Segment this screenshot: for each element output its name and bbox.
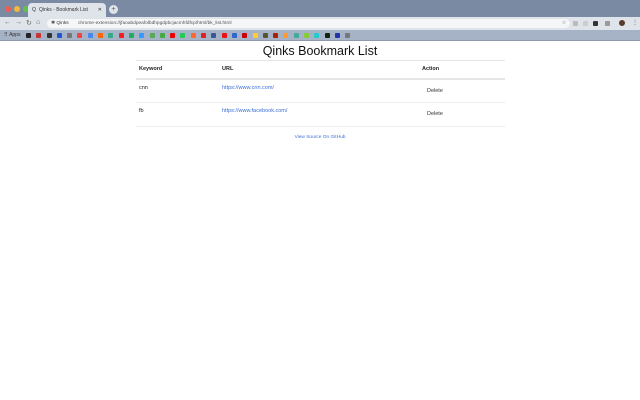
github-link[interactable]: View Source On GitHub bbox=[295, 135, 346, 140]
bookmark-favicon-icon[interactable] bbox=[77, 33, 83, 38]
bookmark-table: Keyword URL Action cnn https://www.cnn.c… bbox=[136, 60, 505, 127]
keyword-cell: fb bbox=[136, 102, 219, 127]
bookmark-favicon-icon[interactable] bbox=[252, 33, 258, 38]
back-icon[interactable]: ← bbox=[4, 19, 11, 26]
bookmark-favicon-icon[interactable] bbox=[231, 33, 237, 38]
bookmark-favicon-icon[interactable] bbox=[221, 33, 227, 38]
bookmark-favicon-icon[interactable] bbox=[46, 33, 52, 38]
header-url: URL bbox=[219, 60, 419, 80]
bookmark-favicon-icon[interactable] bbox=[324, 33, 330, 38]
bookmark-favicon-icon[interactable] bbox=[211, 33, 217, 38]
toolbar: ← → ↻ ⌂ ✱ Qinks chrome-extension://jfaoa… bbox=[0, 17, 640, 30]
close-window-button[interactable] bbox=[5, 6, 11, 12]
tab-title: Qinks - Bookmark List bbox=[39, 7, 88, 13]
bookmark-favicon-icon[interactable] bbox=[334, 33, 340, 38]
bookmark-favicon-icon[interactable] bbox=[190, 33, 196, 38]
bookmark-favicon-icon[interactable] bbox=[128, 33, 134, 38]
bookmark-favicon-icon[interactable] bbox=[56, 33, 62, 38]
tab-bar: Q Qinks - Bookmark List ✕ + bbox=[0, 0, 640, 17]
forward-icon[interactable]: → bbox=[15, 19, 22, 26]
bookmark-favicon-icon[interactable] bbox=[118, 33, 124, 38]
close-tab-icon[interactable]: ✕ bbox=[98, 7, 102, 13]
url-link[interactable]: https://www.cnn.com/ bbox=[222, 85, 274, 91]
home-icon[interactable]: ⌂ bbox=[36, 19, 40, 26]
bookmark-favicon-icon[interactable] bbox=[98, 33, 104, 38]
minimize-window-button[interactable] bbox=[14, 6, 20, 12]
bookmark-favicon-icon[interactable] bbox=[314, 33, 320, 38]
bookmarks-bar: ⠿ Apps bbox=[0, 30, 640, 41]
tab-active[interactable]: Q Qinks - Bookmark List ✕ bbox=[28, 3, 106, 17]
apps-label: Apps bbox=[9, 32, 21, 38]
table-row: fb https://www.facebook.com/ Delete bbox=[136, 102, 505, 127]
address-bar[interactable]: ✱ Qinks chrome-extension://jfaoabdpeafol… bbox=[47, 19, 570, 28]
bookmark-favicon-icon[interactable] bbox=[242, 33, 248, 38]
bookmark-favicon-icon[interactable] bbox=[87, 33, 93, 38]
bookmark-favicon-icon[interactable] bbox=[180, 33, 186, 38]
extension-4-icon[interactable] bbox=[605, 21, 610, 26]
bookmark-favicon-icon[interactable] bbox=[273, 33, 279, 38]
bookmark-star-icon[interactable]: ☆ bbox=[562, 19, 566, 28]
bookmark-favicon-icon[interactable] bbox=[262, 33, 268, 38]
bookmark-favicon-icon[interactable] bbox=[139, 33, 145, 38]
table-row: cnn https://www.cnn.com/ Delete bbox=[136, 78, 505, 103]
delete-button[interactable]: Delete bbox=[427, 111, 443, 117]
bookmark-favicon-icon[interactable] bbox=[26, 33, 31, 38]
bookmark-icons bbox=[26, 33, 351, 38]
main-content: Qinks Bookmark List Keyword URL Action c… bbox=[0, 41, 640, 140]
delete-button[interactable]: Delete bbox=[427, 88, 443, 94]
extension-2-icon[interactable] bbox=[583, 21, 588, 26]
tab-favicon-icon: Q bbox=[32, 7, 36, 13]
omnibox-site: Qinks bbox=[56, 21, 69, 26]
reload-icon[interactable]: ↻ bbox=[26, 19, 32, 27]
bookmark-favicon-icon[interactable] bbox=[149, 33, 155, 38]
page-title: Qinks Bookmark List bbox=[262, 44, 378, 58]
keyword-cell: cnn bbox=[136, 78, 219, 103]
bookmark-favicon-icon[interactable] bbox=[345, 33, 351, 38]
bookmark-favicon-icon[interactable] bbox=[304, 33, 310, 38]
extension-3-icon[interactable] bbox=[593, 21, 598, 26]
url-link[interactable]: https://www.facebook.com/ bbox=[222, 108, 287, 114]
menu-icon[interactable]: ⋮ bbox=[632, 19, 638, 26]
extension-1-icon[interactable] bbox=[573, 21, 578, 26]
bookmark-favicon-icon[interactable] bbox=[170, 33, 176, 38]
new-tab-button[interactable]: + bbox=[109, 5, 118, 14]
avatar[interactable] bbox=[619, 20, 625, 26]
extension-icon: ✱ bbox=[51, 21, 56, 26]
bookmark-favicon-icon[interactable] bbox=[159, 33, 165, 38]
bookmark-favicon-icon[interactable] bbox=[201, 33, 207, 38]
bookmark-favicon-icon[interactable] bbox=[67, 33, 73, 38]
header-keyword: Keyword bbox=[136, 60, 219, 80]
bookmark-favicon-icon[interactable] bbox=[108, 33, 114, 38]
url-text: chrome-extension://jfaoabdpeafolbdhpgdpb… bbox=[77, 21, 232, 26]
bookmark-favicon-icon[interactable] bbox=[36, 33, 42, 38]
header-action: Action bbox=[419, 60, 505, 80]
bookmark-favicon-icon[interactable] bbox=[293, 33, 299, 38]
table-header: Keyword URL Action bbox=[136, 60, 505, 80]
bookmark-favicon-icon[interactable] bbox=[283, 33, 289, 38]
apps-shortcut[interactable]: ⠿ Apps bbox=[4, 32, 20, 38]
